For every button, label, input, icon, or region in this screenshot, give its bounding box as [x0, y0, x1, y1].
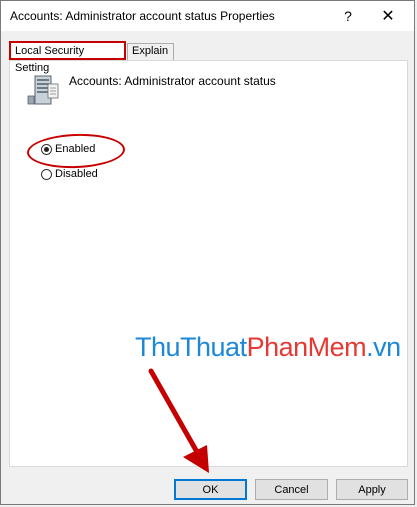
server-policy-icon [27, 75, 59, 105]
help-button[interactable]: ? [331, 1, 365, 31]
red-arrow-icon [148, 368, 209, 473]
watermark-part2: PhanMem [246, 332, 367, 362]
properties-dialog: Accounts: Administrator account status P… [0, 0, 415, 505]
radio-enabled[interactable]: Enabled [41, 143, 95, 155]
radio-enabled-label[interactable]: Enabled [55, 143, 95, 155]
dialog-footer: OK Cancel Apply [1, 467, 414, 506]
policy-name: Accounts: Administrator account status [69, 74, 276, 88]
watermark-part1: ThuThuat [135, 332, 247, 362]
radio-disabled[interactable]: Disabled [41, 168, 98, 180]
window-title: Accounts: Administrator account status P… [10, 9, 275, 23]
radio-button-unchecked[interactable] [41, 168, 52, 180]
title-bar[interactable]: Accounts: Administrator account status P… [1, 1, 414, 31]
radio-button-checked[interactable] [41, 143, 52, 155]
cancel-button[interactable]: Cancel [255, 479, 328, 500]
watermark: ThuThuatPhanMem.vn [135, 332, 401, 363]
ok-button[interactable]: OK [174, 479, 247, 500]
tab-explain[interactable]: Explain [127, 43, 174, 60]
watermark-part3: .vn [366, 332, 401, 362]
close-button[interactable]: ✕ [365, 1, 411, 31]
apply-button[interactable]: Apply [336, 479, 408, 500]
radio-disabled-label[interactable]: Disabled [55, 168, 98, 180]
tab-local-security-setting[interactable]: Local Security Setting [9, 41, 126, 74]
